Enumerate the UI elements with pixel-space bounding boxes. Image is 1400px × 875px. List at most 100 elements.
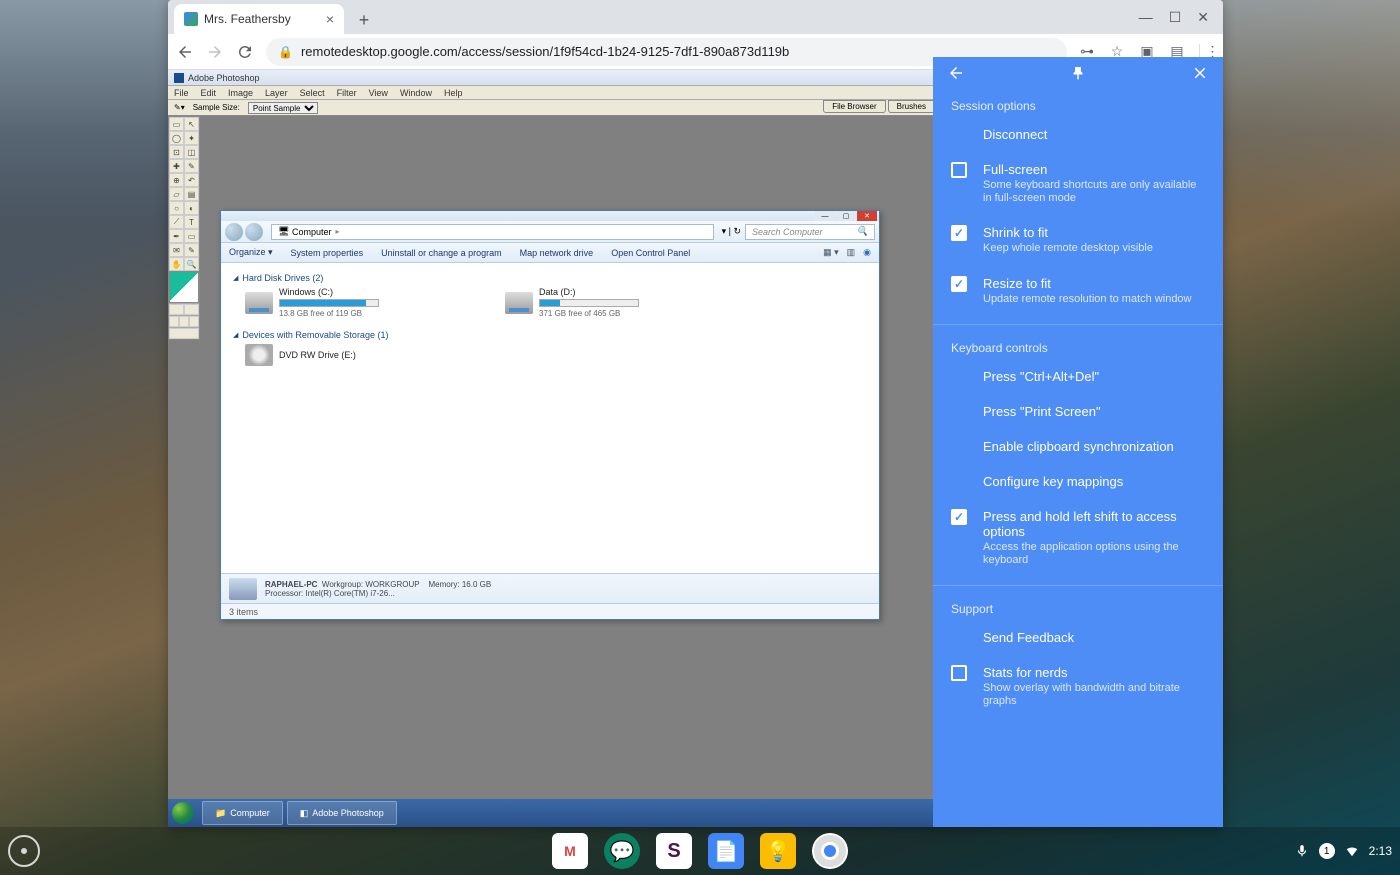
menu-file[interactable]: File [174,88,189,98]
color-swatches[interactable] [169,271,199,303]
cmd-mapdrive[interactable]: Map network drive [520,248,594,258]
explorer-search[interactable]: Search Computer 🔍 [745,224,875,240]
taskbar-computer[interactable]: 📁Computer [202,801,283,825]
panel-close-icon[interactable] [1191,64,1209,85]
file-browser-tab[interactable]: File Browser [823,100,885,113]
tool-move[interactable]: ↖ [184,117,199,131]
resize-option[interactable]: Resize to fit Update remote resolution t… [933,266,1223,316]
drive-d[interactable]: Data (D:) 371 GB free of 465 GB [505,287,705,318]
explorer-body[interactable]: ◢Hard Disk Drives (2) Windows (C:) 13.8 … [221,263,879,573]
disconnect-button[interactable]: Disconnect [933,117,1223,152]
tool-eraser[interactable]: ▱ [169,187,184,201]
tool-pen[interactable]: ✒ [169,229,184,243]
pin-icon[interactable] [1069,64,1087,85]
tool-slice[interactable]: ◫ [184,145,199,159]
cmd-organize[interactable]: Organize ▾ [229,247,273,258]
shift-checkbox[interactable] [951,509,967,525]
cmd-properties[interactable]: System properties [291,248,364,258]
menu-filter[interactable]: Filter [337,88,357,98]
refresh-icon[interactable]: ▾ | ↻ [722,226,741,237]
menu-image[interactable]: Image [228,88,253,98]
tool-zoom[interactable]: 🔍 [184,257,199,271]
tool-brush[interactable]: ✎ [184,159,199,173]
close-icon[interactable]: ✕ [1197,9,1209,26]
back-button[interactable] [176,43,194,61]
panel-back-icon[interactable] [947,64,965,85]
quickmask-row[interactable] [169,303,199,315]
tool-wand[interactable]: ✦ [184,131,199,145]
drive-c[interactable]: Windows (C:) 13.8 GB free of 119 GB [245,287,445,318]
tool-marquee[interactable]: ▭ [169,117,184,131]
menu-layer[interactable]: Layer [265,88,288,98]
menu-help[interactable]: Help [444,88,463,98]
shrink-option[interactable]: Shrink to fit Keep whole remote desktop … [933,215,1223,265]
group-hdd[interactable]: ◢Hard Disk Drives (2) [233,273,867,283]
menu-edit[interactable]: Edit [201,88,217,98]
cmd-uninstall[interactable]: Uninstall or change a program [381,248,502,258]
keymap-button[interactable]: Configure key mappings [933,464,1223,499]
clipboard-button[interactable]: Enable clipboard synchronization [933,429,1223,464]
tool-gradient[interactable]: ▤ [184,187,199,201]
printscreen-button[interactable]: Press "Print Screen" [933,394,1223,429]
feedback-button[interactable]: Send Feedback [933,620,1223,655]
tool-notes[interactable]: ✉ [169,243,184,257]
help-icon[interactable]: ◉ [863,247,871,258]
screenmode-row[interactable] [169,315,199,327]
shift-option[interactable]: Press and hold left shift to access opti… [933,499,1223,577]
reload-button[interactable] [236,43,254,61]
status-tray[interactable]: 1 2:13 [1295,843,1392,859]
tool-heal[interactable]: ✚ [169,159,184,173]
tool-eyedrop[interactable]: ✎ [184,243,199,257]
explorer-breadcrumb[interactable]: 🖥 Computer ▸ [271,224,714,240]
explorer-back[interactable] [225,223,243,241]
menu-select[interactable]: Select [300,88,325,98]
brushes-tab[interactable]: Brushes [888,100,935,113]
fullscreen-option[interactable]: Full-screen Some keyboard shortcuts are … [933,152,1223,215]
fullscreen-checkbox[interactable] [951,162,967,178]
explorer-titlebar[interactable]: — ▢ ✕ [221,211,879,221]
forward-button[interactable] [206,43,224,61]
tool-lasso[interactable]: ◯ [169,131,184,145]
taskbar-photoshop[interactable]: ◧Adobe Photoshop [287,801,397,825]
cmd-controlpanel[interactable]: Open Control Panel [611,248,690,258]
gmail-icon[interactable]: M [552,833,588,869]
menu-window[interactable]: Window [400,88,432,98]
preview-icon[interactable]: ▥ [847,247,856,258]
minimize-icon[interactable]: — [1139,9,1153,26]
tool-history[interactable]: ↶ [184,173,199,187]
chrome-icon[interactable] [812,833,848,869]
tool-shape[interactable]: ▭ [184,229,199,243]
new-tab-button[interactable]: + [350,6,378,34]
tool-path[interactable]: ⟋ [169,215,184,229]
messages-icon[interactable]: 💬 [604,833,640,869]
stats-checkbox[interactable] [951,665,967,681]
chevron-right-icon[interactable]: ▸ [335,227,339,236]
tool-dodge[interactable]: ◐ [184,201,199,215]
tool-crop[interactable]: ⊡ [169,145,184,159]
docs-icon[interactable]: 📄 [708,833,744,869]
explorer-maximize[interactable]: ▢ [836,211,856,221]
ctrlaltdel-button[interactable]: Press "Ctrl+Alt+Del" [933,359,1223,394]
stats-option[interactable]: Stats for nerds Show overlay with bandwi… [933,655,1223,718]
resize-checkbox[interactable] [951,276,967,292]
start-button[interactable] [168,799,198,827]
menu-view[interactable]: View [369,88,388,98]
shrink-checkbox[interactable] [951,225,967,241]
slack-icon[interactable]: S [656,833,692,869]
explorer-close[interactable]: ✕ [857,211,877,221]
tool-stamp[interactable]: ⊕ [169,173,184,187]
browser-tab[interactable]: Mrs. Feathersby × [174,4,344,34]
group-removable[interactable]: ◢Devices with Removable Storage (1) [233,330,867,340]
tool-hand[interactable]: ✋ [169,257,184,271]
eyedropper-icon[interactable]: ✎▾ [174,103,185,112]
explorer-window[interactable]: — ▢ ✕ 🖥 Computer ▸ ▾ | ↻ [220,210,880,620]
sample-size-select[interactable]: Point Sample [248,102,318,114]
drive-dvd[interactable]: DVD RW Drive (E:) [245,344,445,366]
tool-type[interactable]: T [184,215,199,229]
tab-close-icon[interactable]: × [326,11,334,27]
explorer-minimize[interactable]: — [815,211,835,221]
keep-icon[interactable]: 💡 [760,833,796,869]
jump-row[interactable] [169,327,199,339]
tool-blur[interactable]: ○ [169,201,184,215]
view-icon[interactable]: ▦ ▾ [823,247,839,258]
